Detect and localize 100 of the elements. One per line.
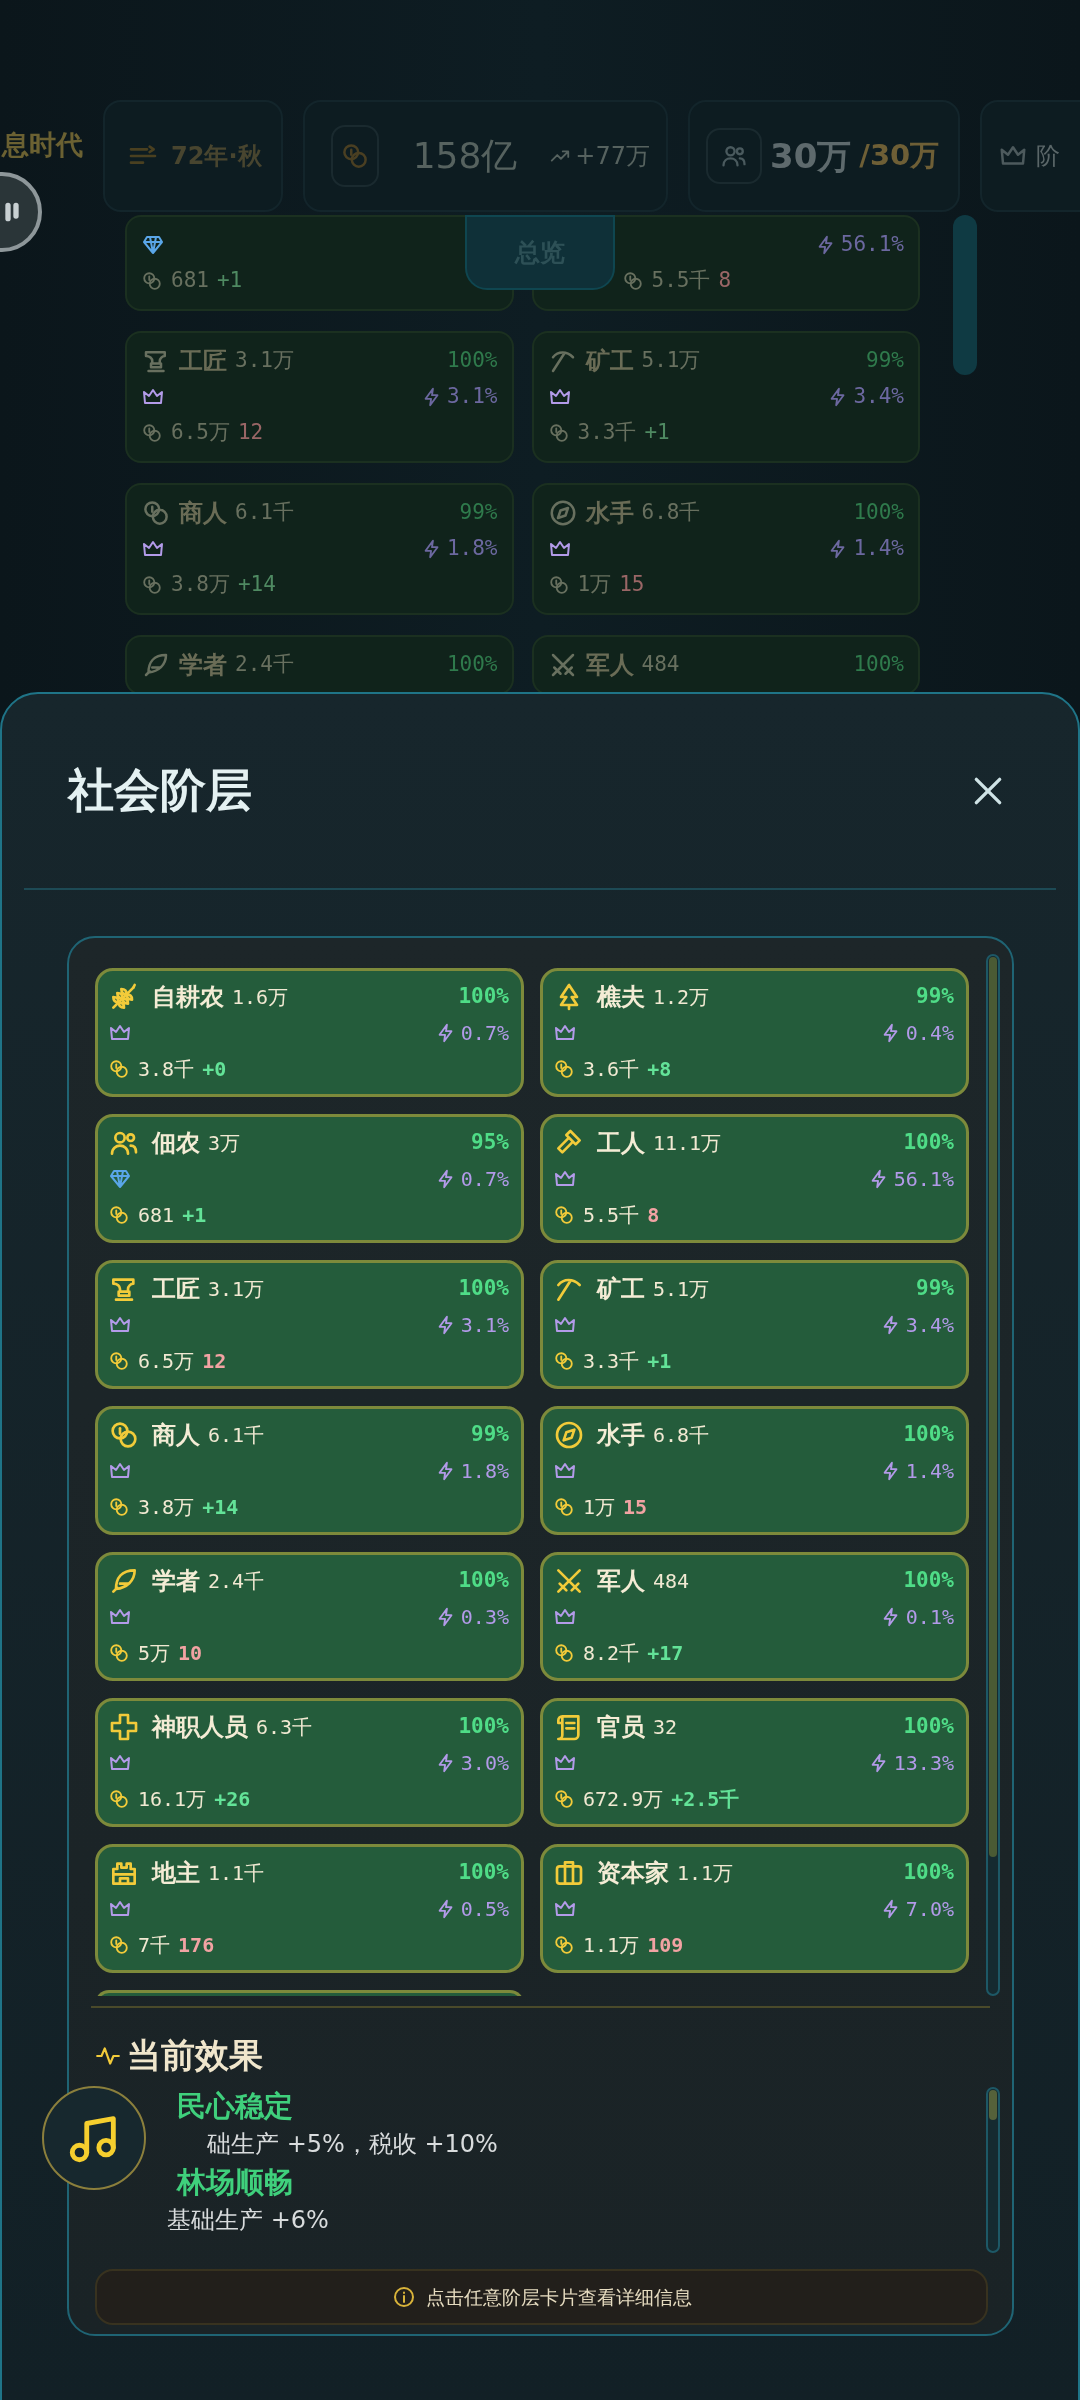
approval-percent: 99% xyxy=(916,1275,954,1303)
cross-icon xyxy=(108,1711,140,1743)
approval-percent: 100% xyxy=(458,1713,509,1741)
approval-percent: 100% xyxy=(903,1129,954,1157)
effect-name: 林场顺畅 xyxy=(177,2164,294,2201)
class-name: 神职人员 xyxy=(152,1712,248,1743)
share-percent: 3.1% xyxy=(446,383,498,411)
population-count: 2.4千 xyxy=(235,651,294,679)
approval-percent: 99% xyxy=(916,983,954,1011)
wealth-change: +2.5千 xyxy=(671,1786,740,1813)
share-percent: 1.4% xyxy=(905,1458,954,1485)
wealth-change: +1 xyxy=(182,1202,207,1229)
class-card[interactable]: 樵夫 1.2万 99% 0.4% 3.6千 +8 xyxy=(540,968,969,1097)
effects-title: 当前效果 xyxy=(127,2034,263,2077)
share-percent: 3.4% xyxy=(853,383,904,411)
class-name: 水手 xyxy=(585,498,634,529)
class-card[interactable]: 神职人员 6.3千 100% 3.0% 16.1万 +26 xyxy=(95,1698,524,1827)
scrollbar[interactable] xyxy=(986,954,1000,1996)
class-name: 工人 xyxy=(597,1128,645,1159)
wealth-value: 5.5千 xyxy=(583,1202,640,1229)
class-card[interactable]: 矿工 5.1万 99% 3.4% 3.3千 +1 xyxy=(540,1260,969,1389)
class-card[interactable]: 工人 11.1万 100% 56.1% 5.5千 8 xyxy=(540,1114,969,1243)
approval-percent: 100% xyxy=(903,1713,954,1741)
wealth-value: 3.6千 xyxy=(583,1056,640,1083)
share-percent: 13.3% xyxy=(893,1750,954,1777)
class-name: 佃农 xyxy=(152,1128,200,1159)
hint-text: 点击任意阶层卡片查看详细信息 xyxy=(425,2284,692,2310)
population-count: 2.4千 xyxy=(208,1568,265,1595)
class-card[interactable]: 商人 6.1千 99% 1.8% 3.8万 +14 xyxy=(95,1406,524,1535)
wealth-value: 672.9万 xyxy=(583,1786,664,1813)
population-count: 3万 xyxy=(208,1130,241,1157)
population-count: 6.3千 xyxy=(256,1714,313,1741)
class-name: 工匠 xyxy=(152,1274,200,1305)
class-name: 学者 xyxy=(179,650,227,681)
class-card[interactable]: 学者 2.4千 100% 0.3% 5万 10 xyxy=(95,1552,524,1681)
class-name: 矿工 xyxy=(597,1274,645,1305)
approval-percent: 100% xyxy=(853,651,904,679)
class-name: 军人 xyxy=(597,1566,645,1597)
approval-percent: 100% xyxy=(903,1567,954,1595)
population-count: 1.1千 xyxy=(208,1860,265,1887)
class-card[interactable]: 商人 6.1千 99% 1.8% 3.8万 +14 xyxy=(125,483,514,615)
coins-icon xyxy=(553,1788,575,1810)
approval-percent: 95% xyxy=(471,1129,509,1157)
approval-percent: 100% xyxy=(458,983,509,1011)
approval-percent: 100% xyxy=(903,1421,954,1449)
coins-icon xyxy=(547,574,570,596)
treasury-amount: 158亿 xyxy=(412,134,518,178)
wealth-value: 6.5万 xyxy=(171,419,230,447)
approval-percent: 100% xyxy=(446,651,498,679)
approval-percent: 100% xyxy=(903,1859,954,1887)
coins-icon xyxy=(621,270,644,292)
class-card[interactable]: 工匠 3.1万 100% 3.1% 6.5万 12 xyxy=(125,331,514,463)
share-percent: 1.8% xyxy=(446,535,498,563)
approval-percent: 99% xyxy=(459,499,498,527)
population-count: 3.1万 xyxy=(208,1276,265,1303)
class-card[interactable]: 地主 1.1千 100% 0.5% 7千 176 xyxy=(95,1844,524,1973)
wealth-change: 8 xyxy=(718,267,732,295)
modal-title: 社会阶层 xyxy=(68,763,252,819)
wealth-change: +1 xyxy=(644,419,670,447)
class-card[interactable]: 佃农 3万 95% 0.7% 681 +1 xyxy=(95,1114,524,1243)
coins-icon xyxy=(141,270,163,292)
population-count: 6.8千 xyxy=(641,499,701,527)
scrollbar[interactable] xyxy=(986,2087,1000,2253)
approval-percent: 100% xyxy=(458,1275,509,1303)
class-card[interactable]: 自耕农 1.6万 100% 0.7% 3.8千 +0 xyxy=(95,968,524,1097)
wealth-change: 176 xyxy=(178,1932,215,1959)
class-card[interactable]: 681 +1 xyxy=(125,215,514,311)
class-card[interactable]: 工匠 3.1万 100% 3.1% 6.5万 12 xyxy=(95,1260,524,1389)
class-card[interactable]: 水手 6.8千 100% 1.4% 1万 15 xyxy=(540,1406,969,1535)
wealth-change: 15 xyxy=(619,571,645,599)
treasury-trend: +77万 xyxy=(575,141,650,172)
population-count: 6.1千 xyxy=(208,1422,265,1449)
approval-percent: 100% xyxy=(458,1859,509,1887)
wealth-change: +0 xyxy=(202,1056,227,1083)
approval-percent: 99% xyxy=(471,1421,509,1449)
class-card[interactable]: 军人 484 100% 0.1% 8.2千 +17 xyxy=(540,1552,969,1681)
share-percent: 3.4% xyxy=(905,1312,954,1339)
class-name: 商人 xyxy=(152,1420,200,1451)
share-percent: 56.1% xyxy=(893,1166,954,1193)
class-card[interactable]: 资本家 1.1万 100% 7.0% 1.1万 109 xyxy=(540,1844,969,1973)
era-label: 息时代 xyxy=(2,127,83,162)
population-count: 1.1万 xyxy=(677,1860,734,1887)
coins-icon xyxy=(108,1496,130,1518)
effect-description: 基础生产 +6% xyxy=(167,2205,330,2236)
coins-icon xyxy=(547,422,570,444)
wealth-value: 16.1万 xyxy=(138,1786,207,1813)
population-count: 484 xyxy=(641,651,680,679)
population-count: 32 xyxy=(653,1714,678,1741)
wealth-value: 3.8万 xyxy=(171,571,230,599)
effect-description: 础生产 +5%，税收 +10% xyxy=(206,2129,499,2160)
class-card[interactable]: 水手 6.8千 100% 1.4% 1万 15 xyxy=(531,483,920,615)
class-card[interactable]: 矿工 5.1万 99% 3.4% 3.3千 +1 xyxy=(531,331,920,463)
population-count: 484 xyxy=(653,1568,690,1595)
share-percent: 1.4% xyxy=(853,535,904,563)
share-percent: 0.3% xyxy=(460,1604,509,1631)
class-card[interactable]: 官员 32 100% 13.3% 672.9万 +2.5千 xyxy=(540,1698,969,1827)
info-icon xyxy=(391,2285,416,2309)
population-count: 6.8千 xyxy=(653,1422,710,1449)
scrollbar[interactable] xyxy=(953,215,977,375)
wealth-value: 1万 xyxy=(583,1494,616,1521)
